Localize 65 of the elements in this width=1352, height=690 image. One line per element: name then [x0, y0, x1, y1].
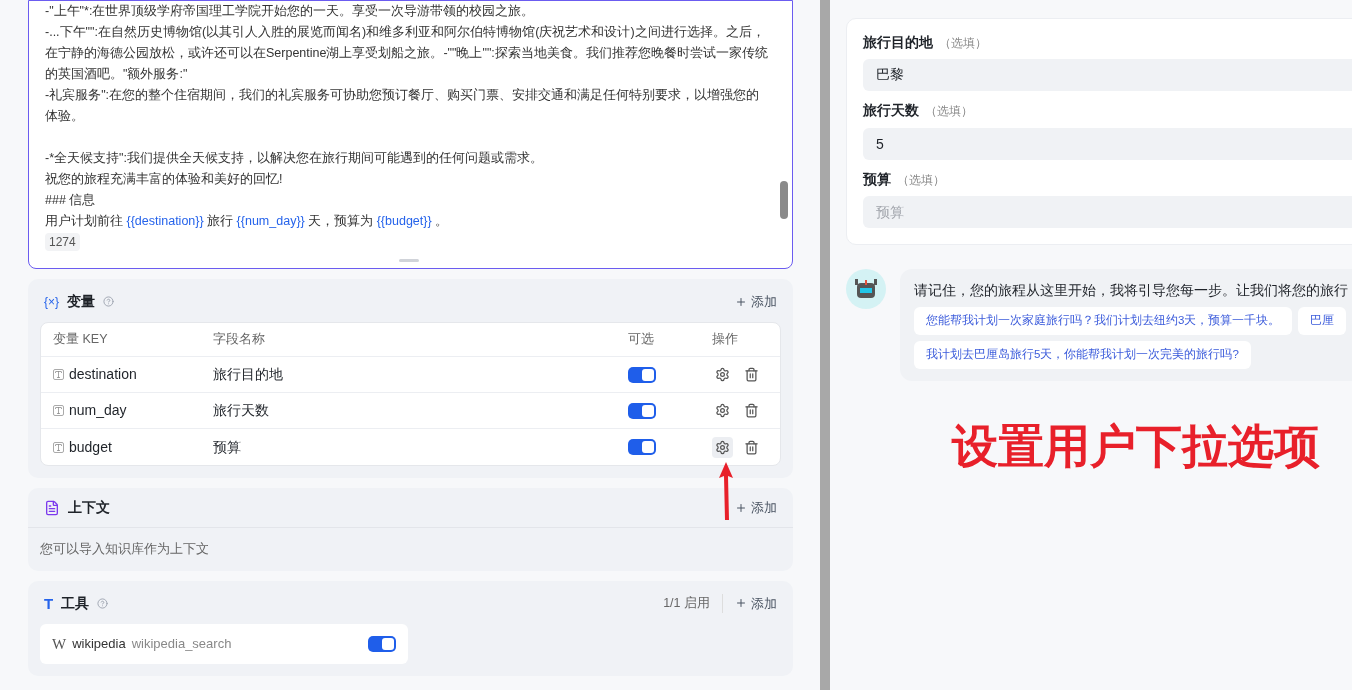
prompt-text: -"上午"*:在世界顶级学府帝国理工学院开始您的一天。享受一次导游带领的校园之旅。	[45, 3, 536, 20]
field-name: 预算	[213, 437, 242, 457]
prompt-text: 用户计划前往 {{destination}} 旅行 {{num_day}} 天，预算为 {{budget}} 。	[45, 213, 450, 230]
add-button[interactable]: 添加	[735, 593, 777, 613]
text-type-icon	[53, 441, 64, 453]
column-header: 变量 KEY	[53, 331, 109, 349]
bot-message: 请记住，您的旅程从这里开始，我将引导您每一步。让我们将您的旅行	[914, 281, 1349, 300]
tool-card[interactable]: W wikipedia wikipedia_search	[40, 623, 408, 664]
section-title: 变量	[67, 292, 96, 311]
toggle-switch[interactable]	[628, 439, 656, 455]
help-icon	[103, 296, 115, 307]
scrollbar-thumb[interactable]	[780, 181, 788, 219]
variable-key: budget	[69, 436, 112, 458]
input-field[interactable]: 预算	[863, 195, 1352, 228]
help-icon	[97, 597, 109, 609]
prompt-text: -礼宾服务":在您的整个住宿期间，我们的礼宾服务可协助您预订餐厅、购买门票、安排交通和满足任何特别要求，以增强您的体验。	[45, 87, 761, 125]
resize-handle[interactable]	[399, 259, 419, 262]
text-type-icon	[53, 369, 64, 380]
optional-hint: （选填）	[925, 103, 973, 121]
input-field[interactable]: 巴黎	[863, 59, 1352, 92]
toggle-switch[interactable]	[628, 402, 656, 419]
annotation-arrow	[718, 462, 734, 522]
add-button[interactable]: 添加	[735, 291, 777, 312]
document-icon	[44, 499, 60, 516]
optional-hint: （选填）	[897, 171, 945, 189]
column-header: 可选	[628, 331, 655, 349]
annotation-text: 设置用户下拉选项	[952, 419, 1320, 474]
plus-icon	[735, 501, 747, 514]
tool-icon: T	[44, 595, 54, 611]
suggestion-chip[interactable]: 我计划去巴厘岛旅行5天，你能帮我计划一次完美的旅行吗?	[914, 341, 1251, 369]
prompt-editor[interactable]	[28, 0, 793, 269]
add-button[interactable]: 添加	[735, 497, 777, 518]
field-label: 预算	[863, 170, 891, 189]
toggle-switch[interactable]	[368, 635, 396, 652]
section-title: 上下文	[68, 498, 110, 517]
enabled-count: 1/1 启用	[663, 593, 723, 613]
field-name: 旅行天数	[213, 401, 270, 420]
variable-key: destination	[69, 364, 137, 385]
settings-button[interactable]	[712, 436, 733, 458]
input-field[interactable]: 5	[863, 127, 1352, 160]
field-name: 旅行目的地	[213, 365, 284, 384]
section-title: 工具	[61, 593, 90, 613]
prompt-text: ### 信息	[45, 192, 97, 209]
prompt-text: -*全天候支持":我们提供全天候支持，以解决您在旅行期间可能遇到的任何问题或需求。	[45, 150, 544, 167]
field-label: 旅行目的地	[863, 34, 933, 52]
tool-name: wikipedia	[72, 635, 126, 653]
wikipedia-icon: W	[52, 632, 67, 655]
text-type-icon	[53, 405, 64, 416]
prompt-text: -...下午"":在自然历史博物馆(以其引人入胜的展览而闻名)和维多利亚和阿尔伯特博物馆(庆祝艺术和设计)之间进行选择。之后，在宁静的海德公园放松，或许还可以在Serpentine湖上享受划船之旅。-""晚上"":探索当地美食。我们推荐您晚餐时尝试一家传统的英国酒吧。"额外服务:"	[45, 24, 768, 83]
context-hint: 您可以导入知识库作为上下文	[39, 541, 210, 558]
tool-detail: wikipedia_search	[131, 635, 233, 653]
variable-icon: {×}	[44, 292, 60, 311]
char-count: 1274	[45, 233, 80, 251]
optional-hint: （选填）	[939, 35, 987, 52]
column-header: 字段名称	[213, 331, 266, 349]
field-label: 旅行天数	[863, 102, 919, 121]
variable-key: num_day	[69, 400, 127, 421]
toggle-switch[interactable]	[628, 366, 656, 383]
suggestion-chip[interactable]: 您能帮我计划一次家庭旅行吗？我们计划去纽约3天，预算一千块。	[914, 307, 1293, 335]
plus-icon	[735, 295, 747, 308]
suggestion-chip[interactable]: 巴厘	[1298, 307, 1347, 335]
prompt-text: 祝您的旅程充满丰富的体验和美好的回忆!	[45, 171, 284, 188]
plus-icon	[735, 597, 747, 610]
column-header: 操作	[712, 331, 738, 349]
robot-icon	[854, 277, 878, 300]
